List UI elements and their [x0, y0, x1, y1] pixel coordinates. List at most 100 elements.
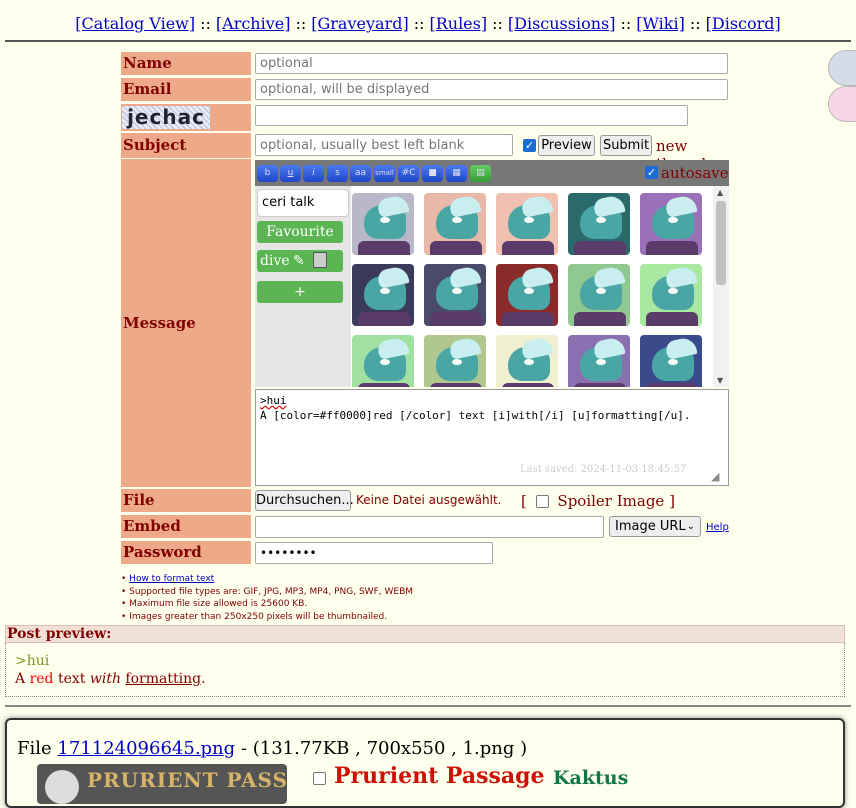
trash-icon[interactable] — [313, 252, 327, 268]
browse-button[interactable]: Durchsuchen... — [255, 490, 354, 511]
grid-button[interactable]: ▦ — [446, 165, 467, 182]
sticker-thumb[interactable] — [352, 264, 414, 326]
embed-type-select[interactable]: Image URL ⌄ — [609, 516, 701, 537]
sticker-thumb[interactable] — [424, 264, 486, 326]
file-link[interactable]: 171124096645.png — [57, 738, 235, 759]
post-thumbnail[interactable]: PRURIENT PASSAGE — [37, 764, 287, 804]
rule-item: • Images greater than 250x250 pixels wil… — [121, 611, 388, 622]
spoiler-close-bracket: ] — [669, 492, 675, 510]
sticker-thumb[interactable] — [424, 335, 486, 387]
captcha-input[interactable] — [255, 105, 688, 126]
sticker-thumb[interactable] — [496, 193, 558, 255]
scroll-down-icon[interactable]: ▼ — [717, 376, 723, 385]
name-input[interactable] — [255, 53, 728, 74]
color-button[interactable]: #C — [398, 165, 419, 182]
sticker-thumb[interactable] — [352, 335, 414, 387]
email-label: Email — [121, 78, 251, 101]
rule-max-size: Maximum file size allowed is 25600 KB. — [129, 599, 308, 609]
thumbnail-emblem — [45, 770, 79, 804]
rule-item: • How to format text — [121, 574, 215, 584]
autosave-checkbox[interactable]: ✓ — [645, 166, 658, 179]
post-author: Kaktus — [553, 767, 629, 789]
password-input[interactable]: •••••••• — [255, 542, 493, 564]
nav-separator: :: — [620, 14, 632, 33]
dive-label: dive — [260, 253, 290, 269]
bold-button[interactable]: b — [257, 165, 278, 182]
sticker-thumb[interactable] — [352, 193, 414, 255]
message-label: Message — [121, 159, 251, 487]
nav-graveyard-link[interactable]: [Graveyard] — [311, 14, 408, 33]
favourite-button[interactable]: Favourite — [257, 221, 343, 243]
pencil-icon[interactable]: ✎ — [293, 250, 305, 272]
post-subject: Prurient Passage — [334, 763, 545, 789]
message-line-2: A [color=#ff0000]red [/color] text [i]wi… — [260, 409, 691, 422]
subject-input[interactable] — [255, 134, 513, 156]
preview-line: A red text with formatting. — [15, 670, 835, 688]
rule-item: • Maximum file size allowed is 25600 KB. — [121, 599, 308, 609]
rule-file-types: Supported file types are: GIF, JPG, MP3,… — [129, 586, 414, 597]
preview-checkbox[interactable]: ✓ — [523, 139, 536, 152]
sticker-thumb[interactable] — [568, 193, 630, 255]
sticker-thumb[interactable] — [640, 335, 702, 387]
preview-greentext: >hui — [15, 653, 50, 669]
divider — [5, 705, 851, 707]
image-button[interactable]: ▤ — [470, 165, 491, 182]
post-preview-header: Post preview: — [5, 625, 845, 643]
message-line-1: >hui — [260, 394, 287, 407]
chevron-down-icon: ⌄ — [686, 521, 695, 532]
sticker-thumb[interactable] — [640, 264, 702, 326]
last-saved-text: Last saved: 2024-11-03 18:45:57 — [520, 464, 687, 475]
sticker-thumb[interactable] — [496, 335, 558, 387]
post-preview-body: >hui A red text with formatting. — [5, 643, 845, 697]
sticker-sidebar: ceri talk Favourite dive ✎ + — [255, 186, 351, 387]
nav-separator: :: — [200, 14, 211, 33]
preview-red-text: red — [29, 671, 54, 687]
scrollbar-thumb[interactable] — [716, 201, 726, 285]
sticker-scrollbar[interactable]: ▲ ▼ — [713, 186, 729, 387]
format-help-link[interactable]: How to format text — [129, 574, 214, 584]
sticker-thumb[interactable] — [568, 335, 630, 387]
dive-button[interactable]: dive ✎ — [257, 250, 343, 272]
nav-discussions-link[interactable]: [Discussions] — [508, 14, 616, 33]
thread-op-post: File 171124096645.png - (131.77KB , 700x… — [5, 718, 845, 808]
sticker-thumb[interactable] — [424, 193, 486, 255]
email-input[interactable] — [255, 79, 728, 100]
sticker-thumb[interactable] — [640, 193, 702, 255]
submit-button[interactable]: Submit — [600, 135, 652, 156]
divider — [5, 40, 851, 42]
nav-catalog-link[interactable]: [Catalog View] — [75, 14, 195, 33]
nav-archive-link[interactable]: [Archive] — [216, 14, 291, 33]
captcha-image: jechac — [122, 106, 210, 129]
resize-handle-icon[interactable]: ◢ — [711, 470, 719, 483]
nav-wiki-link[interactable]: [Wiki] — [636, 14, 685, 33]
preview-button[interactable]: Preview — [538, 135, 595, 156]
embed-input[interactable] — [255, 516, 604, 538]
sticker-thumb[interactable] — [496, 264, 558, 326]
file-prefix: File — [17, 738, 52, 759]
underline-button[interactable]: u — [280, 165, 301, 182]
spoiler-checkbox[interactable] — [535, 495, 549, 508]
strike-button[interactable]: s — [327, 165, 348, 182]
scroll-up-icon[interactable]: ▲ — [717, 188, 723, 197]
rule-thumbnail: Images greater than 250x250 pixels will … — [129, 611, 388, 622]
nav-separator: :: — [492, 14, 503, 33]
rule-item: • Supported file types are: GIF, JPG, MP… — [121, 586, 414, 597]
add-set-button[interactable]: + — [257, 281, 343, 303]
small-button[interactable]: small — [374, 165, 395, 182]
embed-help-link[interactable]: Help — [706, 522, 729, 533]
format-toolbar: b u i s aa small #C ■ ▦ ▤ ✓ autosave — [255, 160, 729, 186]
italic-button[interactable]: i — [303, 165, 324, 182]
nav-discord-link[interactable]: [Discord] — [706, 14, 781, 33]
side-toggle-blue[interactable] — [828, 50, 856, 86]
embed-type-value: Image URL — [615, 519, 686, 534]
nav-separator: :: — [295, 14, 307, 33]
file-label: File — [121, 489, 251, 512]
nav-separator: :: — [689, 14, 701, 33]
font-size-button[interactable]: aa — [350, 165, 371, 182]
spoiler-button[interactable]: ■ — [422, 165, 443, 182]
side-toggle-pink[interactable] — [828, 86, 856, 122]
post-select-checkbox[interactable] — [313, 772, 326, 785]
sticker-thumb[interactable] — [568, 264, 630, 326]
sticker-set-name[interactable]: ceri talk — [257, 189, 349, 217]
nav-rules-link[interactable]: [Rules] — [429, 14, 487, 33]
